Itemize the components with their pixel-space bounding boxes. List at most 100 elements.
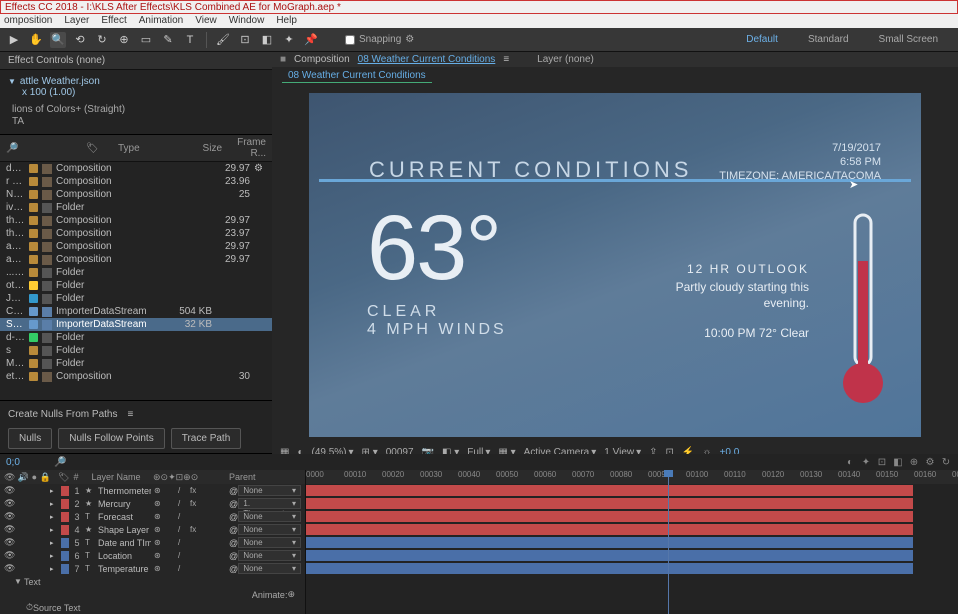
pickwhip-icon[interactable]: @ — [229, 538, 238, 548]
layer-bar[interactable] — [306, 511, 913, 522]
anchor-tool[interactable]: ⊕ — [116, 32, 132, 48]
search-icon[interactable]: 🔎 — [6, 143, 18, 154]
pickwhip-icon[interactable]: @ — [229, 551, 238, 561]
pickwhip-icon[interactable]: @ — [229, 564, 238, 574]
text-tool[interactable]: T — [182, 32, 198, 48]
parent-dropdown[interactable]: @None▾ — [229, 524, 301, 535]
breadcrumb-item[interactable]: 08 Weather Current Conditions — [282, 69, 432, 83]
layer-bar[interactable] — [306, 537, 913, 548]
pen-tool[interactable]: ✎ — [160, 32, 176, 48]
menu-window[interactable]: Window — [229, 16, 265, 26]
layer-bar[interactable] — [306, 550, 913, 561]
tl-sw-1[interactable]: ◐ — [844, 456, 856, 468]
comp-tab-menu-icon[interactable]: ≡ — [503, 54, 509, 65]
layer-switches[interactable]: ⊛/ — [154, 564, 226, 573]
orbit-tool[interactable]: ⟲ — [72, 32, 88, 48]
label-color[interactable] — [29, 229, 38, 238]
layer-name[interactable]: Date and TIme — [98, 538, 151, 548]
label-color[interactable] — [29, 203, 38, 212]
label-color[interactable] — [29, 177, 38, 186]
project-item[interactable]: r Current ConditionsComposition23.96 — [0, 175, 272, 188]
project-item[interactable]: ther Temperature OutlookComposition23.97 — [0, 227, 272, 240]
clone-tool[interactable]: ⊡ — [237, 32, 253, 48]
project-item[interactable]: MGJSON.aepFolder — [0, 357, 272, 370]
project-item[interactable]: eter-SubComposition30 — [0, 370, 272, 383]
parent-col[interactable]: Parent — [229, 472, 301, 482]
layer-name[interactable]: Mercury — [98, 499, 151, 509]
menu-help[interactable]: Help — [276, 16, 297, 26]
brush-tool[interactable]: 🖌 — [215, 32, 231, 48]
layer-bar[interactable] — [306, 524, 913, 535]
pickwhip-icon[interactable]: @ — [229, 499, 238, 509]
tl-sw-2[interactable]: ✦ — [860, 456, 872, 468]
label-color[interactable] — [29, 294, 38, 303]
layername-col[interactable]: Layer Name — [91, 472, 149, 482]
zoom-tool[interactable]: 🔍 — [50, 32, 66, 48]
project-item[interactable]: CarData.mgjsonImporterDataStream504 KB — [0, 305, 272, 318]
layer-switches[interactable]: ⊛/ — [154, 512, 226, 521]
label-color[interactable] — [29, 190, 38, 199]
layer-label-color[interactable] — [61, 538, 69, 548]
layer-switches[interactable]: ⊛/ — [154, 538, 226, 547]
timecode[interactable]: 0;0 — [6, 457, 50, 468]
layer-name[interactable]: Shape Layer 2 — [98, 525, 151, 535]
rect-tool[interactable]: ▭ — [138, 32, 154, 48]
track[interactable] — [306, 497, 958, 510]
col-label-icon[interactable]: 🏷 — [86, 143, 114, 154]
label-color[interactable] — [29, 307, 38, 316]
layer-label-color[interactable] — [61, 499, 69, 509]
project-item[interactable]: sFolder — [0, 344, 272, 357]
project-item[interactable]: N driven GaugesComposition25 — [0, 188, 272, 201]
label-color[interactable] — [29, 320, 38, 329]
twirl-icon[interactable]: ▸ — [50, 539, 58, 547]
comp-tab-name[interactable]: 08 Weather Current Conditions — [358, 54, 496, 65]
twirl-icon[interactable]: ▸ — [50, 552, 58, 560]
tl-sw-5[interactable]: ⊕ — [908, 456, 920, 468]
project-item[interactable]: otage)Folder — [0, 279, 272, 292]
layer-name[interactable]: Forecast — [98, 512, 151, 522]
label-color[interactable] — [29, 281, 38, 290]
project-item[interactable]: da_pop_mapComposition29.97⚙ — [0, 162, 272, 175]
layers-list[interactable]: 👁▸1★Thermometer⊛/fx@None▾👁▸2★Mercury⊛/fx… — [0, 484, 305, 575]
tl-sw-3[interactable]: ⊡ — [876, 456, 888, 468]
track[interactable] — [306, 510, 958, 523]
layer-bar[interactable] — [306, 485, 913, 496]
tl-sw-4[interactable]: ◧ — [892, 456, 904, 468]
puppet-tool[interactable]: 📌 — [303, 32, 319, 48]
layer-label-color[interactable] — [61, 525, 69, 535]
ws-standard[interactable]: Standard — [794, 30, 863, 49]
project-item[interactable]: Seattle Weather.jsonImporterDataStream32… — [0, 318, 272, 331]
track[interactable] — [306, 536, 958, 549]
stopwatch-icon[interactable]: ⏱ — [26, 602, 33, 613]
visibility-toggle[interactable]: 👁 — [4, 498, 14, 509]
chevron-down-icon[interactable]: ▼ — [14, 577, 24, 586]
nulls-menu-icon[interactable]: ≡ — [127, 409, 133, 420]
nulls-btn-follow[interactable]: Nulls Follow Points — [58, 428, 164, 449]
layer-switches[interactable]: ⊛/fx — [154, 486, 226, 495]
layer-name[interactable]: Thermometer — [98, 486, 151, 496]
tl-sw-6[interactable]: ⚙ — [924, 456, 936, 468]
layer-bar[interactable] — [306, 498, 913, 509]
tracks[interactable] — [306, 484, 958, 614]
visibility-toggle[interactable]: 👁 — [4, 485, 14, 496]
eraser-tool[interactable]: ◧ — [259, 32, 275, 48]
menu-view[interactable]: View — [195, 16, 217, 26]
project-item[interactable]: iven-CompositionsFolder — [0, 201, 272, 214]
pickwhip-icon[interactable]: @ — [229, 512, 238, 522]
twirl-icon[interactable]: ▸ — [50, 526, 58, 534]
twirl-icon[interactable]: ▸ — [50, 513, 58, 521]
layer-row[interactable]: 👁▸3TForecast⊛/@None▾ — [0, 510, 305, 523]
project-list[interactable]: da_pop_mapComposition29.97⚙r Current Con… — [0, 162, 272, 400]
twirl-icon[interactable]: ▸ — [50, 487, 58, 495]
col-type[interactable]: Type — [118, 143, 178, 154]
timeline-right[interactable]: 0000000100002000030000400005000060000700… — [306, 470, 958, 614]
layer-row[interactable]: 👁▸2★Mercury⊛/fx@1. Thermomet▾ — [0, 497, 305, 510]
animate-add-icon[interactable]: ⊕ — [287, 589, 295, 600]
layer-name[interactable]: Temperature — [98, 564, 151, 574]
time-ruler[interactable]: 0000000100002000030000400005000060000700… — [306, 470, 958, 484]
ec-tab[interactable]: Effect Controls (none) — [0, 52, 272, 70]
hand-tool[interactable]: ✋ — [28, 32, 44, 48]
snapping-checkbox[interactable] — [345, 35, 355, 45]
pickwhip-icon[interactable]: @ — [229, 486, 238, 496]
layer-none-tab[interactable]: Layer (none) — [537, 54, 594, 65]
